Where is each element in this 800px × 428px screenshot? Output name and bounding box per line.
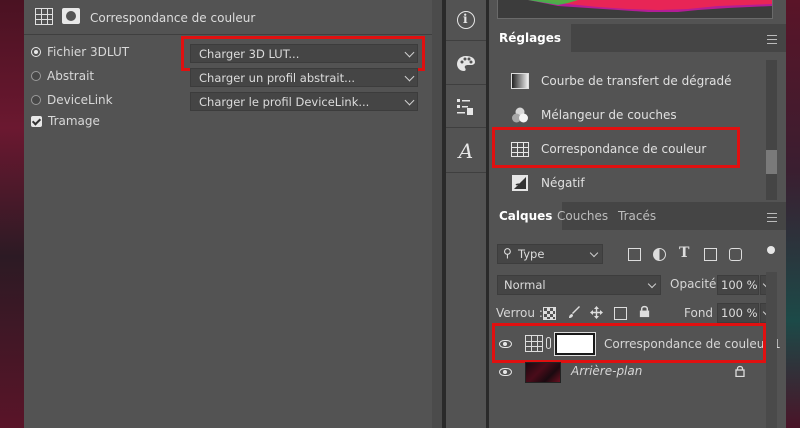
fill-value: 100 %	[721, 306, 758, 320]
adjustment-label: Négatif	[541, 176, 585, 190]
layer-row-background[interactable]: Arrière-plan	[489, 358, 786, 386]
layer-filter-value: Type	[518, 247, 545, 261]
color-lookup-icon	[35, 8, 53, 25]
properties-header: Correspondance de couleur	[24, 0, 442, 34]
adjustment-item-gradient-map[interactable]: Courbe de transfert de dégradé	[489, 64, 759, 98]
visibility-eye-icon[interactable]	[499, 368, 512, 376]
filter-pixel-icon[interactable]	[628, 248, 641, 261]
gradient-map-icon	[511, 73, 529, 89]
lock-paint-icon[interactable]	[568, 306, 581, 319]
dither-label: Tramage	[48, 114, 100, 128]
radio-button-abstract[interactable]	[31, 71, 41, 81]
option-3dlut-label: Fichier 3DLUT	[47, 45, 130, 59]
search-icon: ⚲	[503, 246, 512, 260]
filter-type-icon[interactable]: T	[679, 245, 692, 261]
canvas-background-left	[0, 0, 24, 428]
lock-all-icon[interactable]	[638, 305, 651, 318]
panel-menu-icon[interactable]	[767, 213, 777, 222]
channel-mixer-icon	[512, 107, 528, 123]
properties-scrollbar[interactable]	[432, 0, 442, 428]
icon-separator	[446, 172, 486, 173]
load-abstract-value: Charger un profil abstrait...	[199, 71, 356, 85]
layer-mask-icon[interactable]	[62, 8, 80, 24]
icon-separator	[446, 84, 486, 85]
layers-scrollbar[interactable]	[766, 272, 777, 428]
option-3dlut[interactable]: Fichier 3DLUT	[31, 44, 129, 60]
info-icon[interactable]	[457, 11, 475, 29]
adjustments-scroll-thumb[interactable]	[766, 150, 777, 174]
invert-icon	[512, 175, 528, 191]
adjustments-tabbar: Réglages	[489, 24, 786, 52]
collapsed-panel-icons: A	[446, 0, 486, 428]
chevron-down-icon	[647, 279, 657, 289]
histogram-panel	[489, 0, 786, 24]
layer-name: Arrière-plan	[571, 364, 643, 378]
option-devicelink[interactable]: DeviceLink	[31, 92, 113, 108]
dither-option[interactable]: Tramage	[31, 113, 100, 129]
palette-icon[interactable]	[455, 53, 477, 75]
chevron-down-icon	[404, 71, 415, 82]
opacity-field[interactable]: 100 %	[717, 275, 759, 295]
fill-field[interactable]: 100 %	[717, 303, 759, 323]
icon-separator	[446, 127, 486, 128]
dither-checkbox[interactable]	[31, 115, 42, 127]
fill-label: Fond :	[684, 306, 721, 320]
filter-smart-object-icon[interactable]	[729, 248, 742, 261]
adjustment-label: Courbe de transfert de dégradé	[541, 74, 732, 88]
layers-tabbar: Calques Couches Tracés	[489, 202, 786, 230]
canvas-background-right	[786, 0, 800, 428]
adjustment-label: Mélangeur de couches	[541, 108, 677, 122]
blend-mode-value: Normal	[504, 278, 546, 292]
layers-panel: Calques Couches Tracés ⚲ Type T Normal O…	[489, 202, 786, 428]
filter-shape-icon[interactable]	[704, 248, 717, 261]
panel-menu-icon[interactable]	[767, 35, 777, 44]
load-devicelink-value: Charger le profil DeviceLink...	[199, 95, 370, 109]
lock-icon	[735, 365, 745, 377]
chevron-down-icon	[404, 95, 415, 106]
layer-thumbnail	[525, 362, 561, 383]
tab-adjustments[interactable]: Réglages	[489, 24, 572, 52]
lock-position-icon[interactable]	[590, 306, 603, 319]
radio-button-devicelink[interactable]	[31, 95, 41, 105]
layer-filter-dropdown[interactable]: ⚲ Type	[497, 244, 603, 264]
glyphs-icon[interactable]: A	[455, 140, 477, 162]
option-devicelink-label: DeviceLink	[47, 93, 113, 107]
properties-title: Correspondance de couleur	[90, 11, 256, 25]
option-abstract[interactable]: Abstrait	[31, 68, 94, 84]
opacity-value: 100 %	[721, 278, 758, 292]
adjustments-scrollbar[interactable]	[766, 60, 777, 200]
header-divider	[24, 34, 442, 35]
highlight-box	[492, 127, 740, 168]
lock-transparency-icon[interactable]	[543, 307, 556, 320]
filter-toggle-icon[interactable]	[767, 246, 775, 254]
chevron-down-icon	[589, 248, 599, 258]
load-devicelink-dropdown[interactable]: Charger le profil DeviceLink...	[190, 92, 418, 111]
icon-separator	[446, 40, 486, 41]
adjustments-panel: Réglages Courbe de transfert de dégradé …	[489, 24, 786, 202]
histogram-graph	[497, 0, 773, 19]
highlight-box	[181, 36, 425, 71]
lock-label: Verrou :	[496, 306, 543, 320]
adjustment-item-invert[interactable]: Négatif	[489, 166, 759, 200]
properties-list-icon[interactable]	[455, 96, 477, 118]
radio-button-3dlut[interactable]	[31, 47, 41, 57]
filter-adjustment-icon[interactable]	[653, 248, 666, 261]
tab-paths[interactable]: Tracés	[608, 202, 666, 230]
blend-mode-dropdown[interactable]: Normal	[497, 275, 661, 295]
highlight-box	[492, 323, 766, 363]
load-abstract-dropdown[interactable]: Charger un profil abstrait...	[190, 68, 418, 87]
option-abstract-label: Abstrait	[47, 69, 95, 83]
lock-artboard-icon[interactable]	[614, 307, 627, 320]
properties-panel: Correspondance de couleur Fichier 3DLUT …	[24, 0, 442, 428]
